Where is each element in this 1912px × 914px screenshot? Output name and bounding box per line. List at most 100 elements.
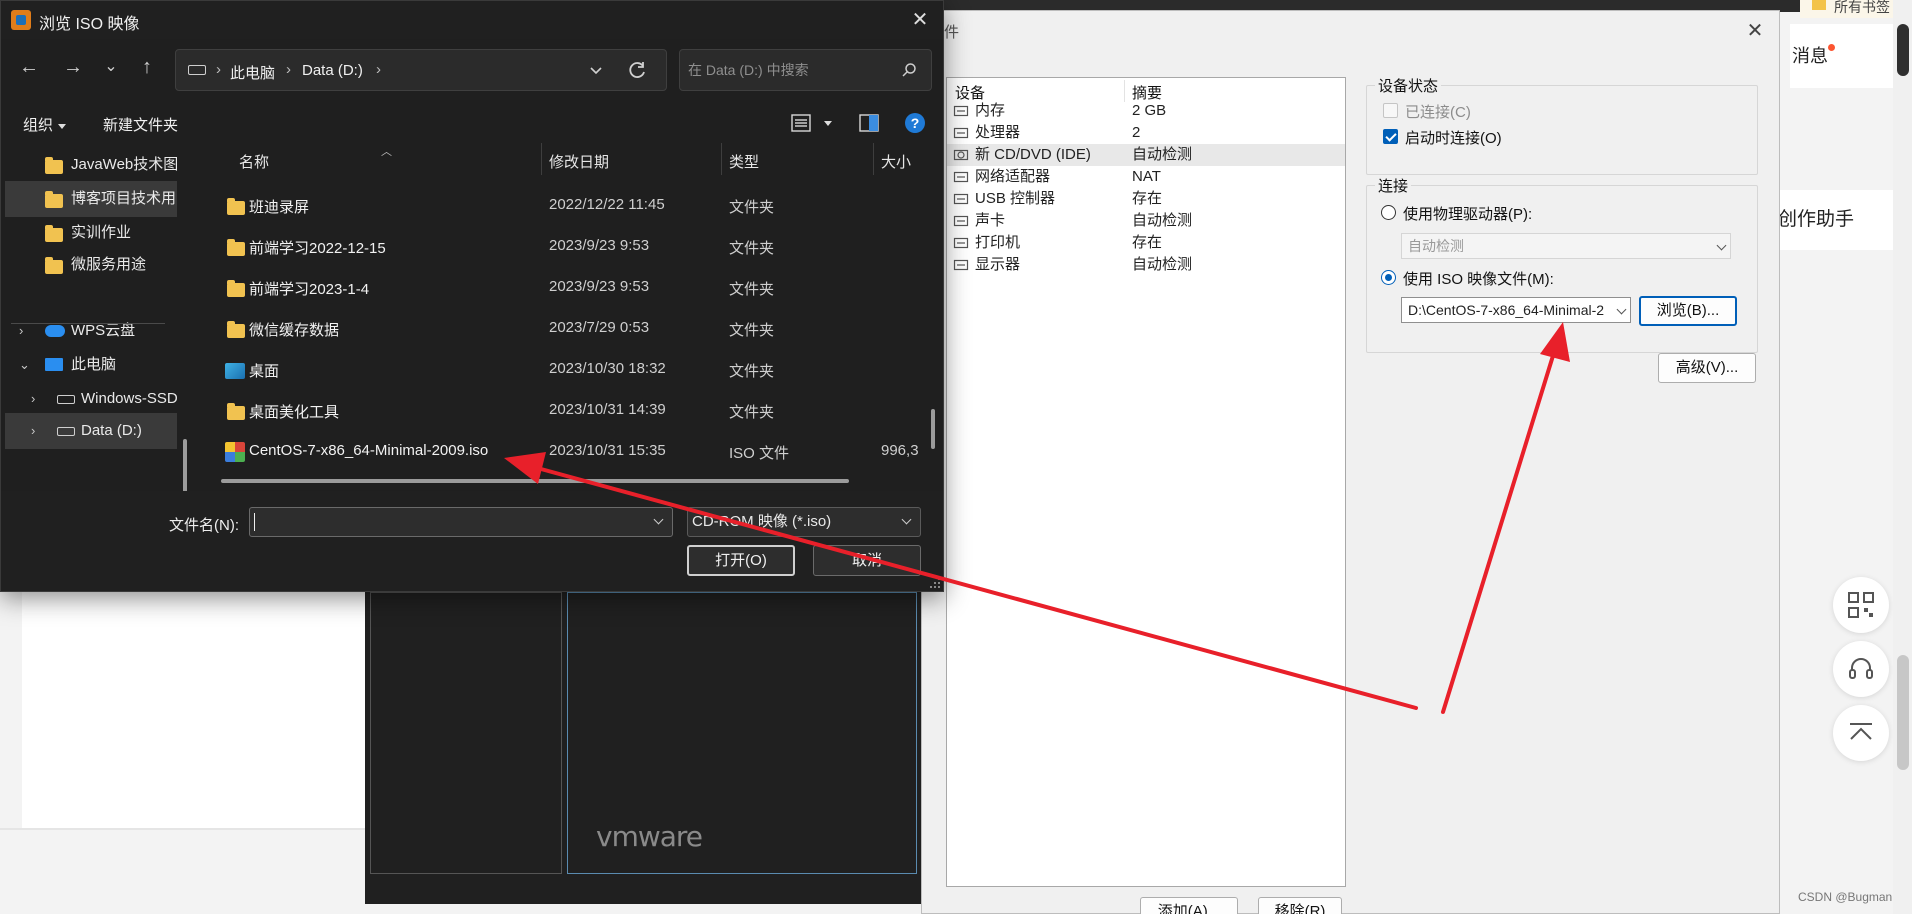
navigation-scrollbar[interactable]	[183, 439, 187, 491]
help-icon[interactable]: ?	[905, 113, 925, 133]
drive-icon	[188, 65, 206, 75]
search-input[interactable]	[688, 59, 888, 81]
file-list-horizontal-scrollbar[interactable]	[221, 479, 849, 483]
device-list[interactable]: 设备 摘要 内存 2 GB 处理器 2 新 CD/DVD (IDE) 自动检测 网络适配器 N…	[946, 77, 1346, 887]
expand-chevron-icon[interactable]: ›	[31, 381, 35, 417]
address-bar[interactable]: › 此电脑 › Data (D:) ›	[175, 49, 667, 91]
expand-chevron-icon[interactable]: ›	[31, 413, 35, 449]
iso-dialog-titlebar[interactable]: 浏览 ISO 映像 ✕	[1, 1, 943, 39]
open-button[interactable]: 打开(O)	[687, 545, 795, 576]
connect-at-power-on-checkbox[interactable]	[1383, 129, 1398, 144]
filename-input[interactable]	[249, 507, 673, 537]
file-type: 文件夹	[729, 322, 775, 339]
nav-item-label: 微服务用途	[71, 256, 147, 273]
file-row[interactable]: 前端学习2022-12-15 2023/9/23 9:53 文件夹	[201, 228, 931, 268]
expand-chevron-icon[interactable]: ⌄	[19, 347, 30, 383]
view-options-icon[interactable]	[791, 113, 811, 133]
back-button[interactable]: ←	[15, 53, 43, 81]
messages-link[interactable]: 消息	[1790, 24, 1900, 88]
file-list[interactable]: ︿ 名称 修改日期 类型 大小 班迪录屏 2022/12/22 11:45 文件夹前…	[201, 143, 943, 491]
nav-item[interactable]: JavaWeb技术图	[5, 147, 177, 183]
breadcrumb-data-d[interactable]: Data (D:)	[302, 62, 363, 79]
chevron-down-icon[interactable]	[653, 514, 664, 525]
preview-pane-icon[interactable]	[859, 113, 879, 133]
nav-item[interactable]: ⌄ 此电脑	[5, 347, 177, 383]
new-folder-button[interactable]: 新建文件夹	[103, 114, 178, 135]
up-folder-button[interactable]: ↑	[133, 53, 161, 81]
use-physical-drive-radio[interactable]	[1381, 205, 1396, 220]
breadcrumb-separator: ›	[376, 61, 381, 78]
view-caret-icon[interactable]	[824, 121, 832, 126]
physical-drive-select[interactable]: 自动检测	[1401, 233, 1731, 259]
address-dropdown-icon[interactable]	[588, 62, 604, 78]
file-row[interactable]: 前端学习2023-1-4 2023/9/23 9:53 文件夹	[201, 269, 931, 309]
connect-at-power-on-label: 启动时连接(O)	[1405, 130, 1502, 147]
type-column-header[interactable]: 类型	[729, 151, 759, 172]
writing-assistant-link[interactable]: 创作助手	[1772, 190, 1900, 250]
date-column-header[interactable]: 修改日期	[549, 151, 609, 172]
vm-settings-close-button[interactable]: ✕	[1743, 19, 1767, 43]
iso-path-combo[interactable]: D:\CentOS-7-x86_64-Minimal-2	[1401, 297, 1631, 323]
nav-item[interactable]: › WPS云盘	[5, 313, 177, 349]
nav-item[interactable]: › Windows-SSD	[5, 381, 177, 417]
recent-locations-button[interactable]: ⌄	[97, 53, 125, 81]
device-row[interactable]: 声卡 自动检测	[947, 210, 1345, 232]
qr-code-button[interactable]	[1833, 577, 1889, 633]
connected-label: 已连接(C)	[1405, 104, 1471, 121]
device-summary: 2 GB	[1132, 102, 1167, 119]
nav-item[interactable]: 实训作业	[5, 215, 177, 251]
cancel-button[interactable]: 取消	[813, 545, 921, 576]
device-row[interactable]: 网络适配器 NAT	[947, 166, 1345, 188]
name-column-header[interactable]: 名称	[239, 151, 269, 172]
file-row[interactable]: 班迪录屏 2022/12/22 11:45 文件夹	[201, 187, 931, 227]
organize-menu[interactable]: 组织	[23, 114, 67, 135]
browse-button[interactable]: 浏览(B)...	[1639, 296, 1737, 326]
refresh-icon[interactable]	[626, 60, 648, 82]
navigation-pane[interactable]: JavaWeb技术图 博客项目技术用 实训作业微服务用途 › WPS云盘 ⌄ 此电脑 › Win…	[1, 143, 191, 491]
nav-item[interactable]: › Data (D:)	[5, 413, 177, 449]
device-row[interactable]: USB 控制器 存在	[947, 188, 1345, 210]
add-device-button[interactable]: 添加(A)...	[1140, 897, 1238, 914]
device-row[interactable]: 打印机 存在	[947, 232, 1345, 254]
iso-dialog-toolbar: 组织 新建文件夹 ?	[1, 105, 943, 141]
advanced-button[interactable]: 高级(V)...	[1658, 353, 1756, 383]
file-row[interactable]: 桌面美化工具 2023/10/31 14:39 文件夹	[201, 392, 931, 432]
vmware-logo: vmware	[596, 820, 703, 853]
resize-grip-icon[interactable]	[929, 577, 941, 589]
device-name: 内存	[975, 102, 1006, 119]
device-row[interactable]: 处理器 2	[947, 122, 1345, 144]
customer-service-button[interactable]	[1833, 641, 1889, 697]
search-box[interactable]	[679, 49, 932, 91]
iso-dialog-close-button[interactable]: ✕	[907, 7, 933, 33]
remove-device-button[interactable]: 移除(R)	[1258, 897, 1342, 914]
forward-button[interactable]: →	[59, 53, 87, 81]
file-row[interactable]: CentOS-7-x86_64-Minimal-2009.iso 2023/10/…	[201, 433, 931, 473]
drive-icon	[57, 395, 75, 404]
nav-item-label: 此电脑	[71, 356, 117, 373]
file-row[interactable]: 桌面 2023/10/30 18:32 文件夹	[201, 351, 931, 391]
search-icon	[902, 63, 916, 77]
page-scrollbar-thumb[interactable]	[1897, 655, 1909, 770]
file-type-filter-select[interactable]: CD-ROM 映像 (*.iso)	[687, 507, 921, 537]
file-modified-date: 2023/10/31 15:35	[549, 442, 666, 459]
nav-item-label: Windows-SSD	[81, 390, 177, 407]
use-iso-file-radio[interactable]	[1381, 270, 1396, 285]
device-row[interactable]: 显示器 自动检测	[947, 254, 1345, 276]
expand-chevron-icon[interactable]: ›	[19, 313, 23, 349]
file-list-vertical-scrollbar[interactable]	[931, 409, 935, 449]
breadcrumb-this-pc[interactable]: 此电脑	[230, 62, 275, 83]
iso-dialog-footer: 文件名(N): CD-ROM 映像 (*.iso) 打开(O) 取消	[1, 491, 943, 591]
page-scrollbar[interactable]	[1893, 0, 1912, 914]
file-type-filter-value: CD-ROM 映像 (*.iso)	[692, 513, 832, 530]
size-column-header[interactable]: 大小	[881, 151, 911, 172]
back-to-top-button[interactable]	[1833, 705, 1889, 761]
device-row[interactable]: 内存 2 GB	[947, 100, 1345, 122]
vm-settings-title: 件	[944, 24, 960, 41]
file-name: 微信缓存数据	[249, 322, 340, 339]
file-row[interactable]: 微信缓存数据 2023/7/29 0:53 文件夹	[201, 310, 931, 350]
connected-checkbox[interactable]	[1383, 103, 1398, 118]
device-row[interactable]: 新 CD/DVD (IDE) 自动检测	[947, 144, 1345, 166]
nav-item[interactable]: 博客项目技术用	[5, 181, 177, 217]
nav-item[interactable]: 微服务用途	[5, 247, 177, 283]
scrollbar-top-decoration	[1897, 24, 1909, 76]
